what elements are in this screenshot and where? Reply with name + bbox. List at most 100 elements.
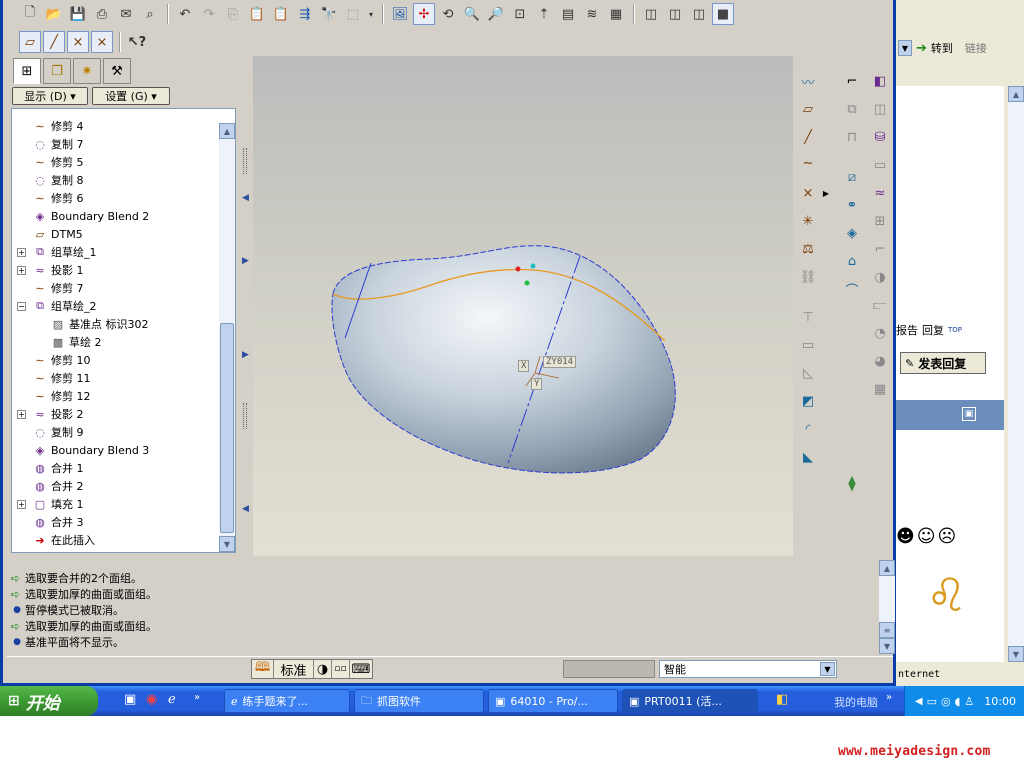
datum-plane-display-icon[interactable]: ▱	[19, 31, 41, 53]
scroll-up-icon[interactable]: ▲	[879, 560, 895, 576]
tree-item[interactable]: ∼ 修剪 5	[12, 153, 218, 171]
expand-icon[interactable]: +	[17, 247, 26, 257]
go-arrow-icon[interactable]: ➔	[916, 41, 927, 56]
model-tree-tab[interactable]: ⊞	[13, 58, 41, 84]
smooth-shade-icon[interactable]: ◑	[314, 660, 332, 678]
graphics-window[interactable]: ZY014 X Y	[253, 56, 793, 556]
chevron-down-icon[interactable]: ▼	[898, 40, 912, 56]
email-link-icon[interactable]: ⌕	[139, 3, 161, 25]
tree-item[interactable]: ◌ 复制 8	[12, 171, 218, 189]
view-manager-icon[interactable]: ▤	[557, 3, 579, 25]
expand-icon[interactable]: +	[17, 499, 26, 509]
scroll-down-icon[interactable]: ▼	[1008, 646, 1024, 662]
no-hidden-icon[interactable]: ◫	[688, 3, 710, 25]
emoticon-icon[interactable]: ☹	[938, 526, 959, 547]
pattern-tool-icon[interactable]: ◔	[869, 322, 891, 344]
flyout-arrow-icon[interactable]: ▶	[821, 182, 831, 204]
extrude-tool-icon[interactable]: ⌐	[841, 70, 863, 92]
collapse-tray-icon[interactable]: ◀	[915, 696, 923, 707]
datum-plane-tool-icon[interactable]: ▱	[797, 98, 819, 120]
tree-item[interactable]: ➜ 在此插入	[12, 531, 218, 549]
copy-icon[interactable]: ⎘	[222, 3, 244, 25]
expand-icon[interactable]: +	[17, 265, 26, 275]
collapse-left-icon[interactable]: ◀	[242, 504, 249, 514]
tree-item[interactable]: ∼ 修剪 7	[12, 279, 218, 297]
draft-tool-icon[interactable]: ◩	[797, 390, 819, 412]
standard-label[interactable]: 标准	[274, 660, 314, 679]
taskbar-button[interactable]: ℯ 练手题来了...	[224, 689, 350, 713]
tree-item[interactable]: ◌ 复制 9	[12, 423, 218, 441]
tree-item[interactable]: ◍ 合并 1	[12, 459, 218, 477]
csys-tool-icon[interactable]: ✳	[797, 210, 819, 232]
options-icon[interactable]: ▫▫	[332, 660, 350, 678]
tree-item[interactable]: ∼ 修剪 6	[12, 189, 218, 207]
zoom-in-icon[interactable]: 🔍	[461, 3, 483, 25]
undo-icon[interactable]: ↶	[174, 3, 196, 25]
new-file-icon[interactable]: 🗋	[19, 3, 41, 25]
tree-item[interactable]: ∼ 修剪 12	[12, 387, 218, 405]
mapkey-icon[interactable]: 🕮	[252, 660, 274, 678]
wireframe-icon[interactable]: ◫	[640, 3, 662, 25]
tree-item[interactable]: + ≈ 投影 2	[12, 405, 218, 423]
show-menu-button[interactable]: 显示 (D) ▾	[12, 87, 88, 105]
spin-center-icon[interactable]: ✢	[413, 3, 435, 25]
tree-item[interactable]: + ≈ 投影 1	[12, 261, 218, 279]
redo-icon[interactable]: ↷	[198, 3, 220, 25]
expand-right-icon[interactable]: ▶	[242, 256, 249, 266]
dropdown-arrow-icon[interactable]: ▾	[366, 3, 376, 25]
analysis-feature-icon[interactable]: ⚖	[797, 238, 819, 260]
chevron-down-icon[interactable]: ▼	[820, 662, 835, 676]
links-label[interactable]: 链接	[965, 40, 987, 56]
taskbar-button[interactable]: ▣ 64010 - Pro/...	[488, 689, 618, 713]
favorites-tab[interactable]: ✷	[73, 58, 101, 84]
hole-tool-icon[interactable]: ⊤	[797, 306, 819, 328]
model-tree-scroll-thumb[interactable]	[220, 323, 234, 533]
datum-axis-tool-icon[interactable]: ╱	[797, 126, 819, 148]
tree-item[interactable]: ◈ Boundary Blend 2	[12, 207, 218, 225]
thicken-tool-icon[interactable]: ⊞	[869, 210, 891, 232]
expand-right-icon[interactable]: ▶	[242, 350, 249, 360]
trim-tool-icon[interactable]: ◈	[841, 222, 863, 244]
select-box-icon[interactable]: ⬚	[342, 3, 364, 25]
layers-icon[interactable]: ≋	[581, 3, 603, 25]
datum-curve-tool-icon[interactable]: ∼	[797, 152, 819, 174]
save-icon[interactable]: 💾	[67, 3, 89, 25]
reply-link[interactable]: 回复	[922, 322, 944, 338]
goto-button[interactable]: 转到	[931, 40, 953, 56]
taskbar-button[interactable]: ▣ PRT0011 (活...	[622, 689, 758, 713]
intersect-tool-icon[interactable]: ⫍	[869, 294, 891, 316]
fill-tool-icon[interactable]: ▭	[869, 154, 891, 176]
ime-icon[interactable]: ◎	[941, 695, 951, 708]
hidden-line-icon[interactable]: ◫	[664, 3, 686, 25]
network-icon[interactable]: ▭	[927, 695, 937, 708]
repaint-icon[interactable]: 🖼	[389, 3, 411, 25]
app-quicklaunch-icon[interactable]: ◉	[146, 692, 157, 707]
sketch-tool-icon[interactable]: 〰	[797, 70, 819, 92]
emoticon-icon[interactable]: ☺	[917, 526, 938, 547]
model-tree-scrollbar[interactable]: ▲ ▼	[219, 123, 235, 552]
volume-icon[interactable]: ◖	[955, 695, 961, 708]
ie-quicklaunch-icon[interactable]: ℯ	[168, 692, 176, 707]
tree-item[interactable]: ∼ 修剪 10	[12, 351, 218, 369]
scroll-up-icon[interactable]: ▲	[1008, 86, 1024, 102]
scroll-down-icon[interactable]: ▼	[879, 638, 895, 654]
chevron-right-icon[interactable]: »	[886, 692, 892, 703]
scroll-down-icon[interactable]: ▼	[219, 536, 235, 552]
clock[interactable]: 10:00	[984, 695, 1016, 708]
my-computer-label[interactable]: 我的电脑	[834, 694, 878, 710]
extend-tool-icon[interactable]: ⌂	[841, 250, 863, 272]
saved-views-icon[interactable]: ▦	[605, 3, 627, 25]
group-tool-icon[interactable]: ◕	[869, 350, 891, 372]
report-link[interactable]: 报告	[896, 322, 918, 338]
point-display-icon[interactable]: ×	[67, 31, 89, 53]
sweep-tool-icon[interactable]: ⊓	[841, 126, 863, 148]
merge-tool-icon[interactable]: ⚭	[841, 194, 863, 216]
warp-tool-icon[interactable]: ◑	[869, 266, 891, 288]
tree-item[interactable]: ∼ 修剪 4	[12, 117, 218, 135]
find-icon[interactable]: 🔭	[318, 3, 340, 25]
expand-icon[interactable]: +	[17, 409, 26, 419]
tree-item[interactable]: ∼ 修剪 11	[12, 369, 218, 387]
zoom-out-icon[interactable]: 🔎	[485, 3, 507, 25]
layer-tree-tab[interactable]: ❐	[43, 58, 71, 84]
tree-item[interactable]: ◌ 复制 7	[12, 135, 218, 153]
